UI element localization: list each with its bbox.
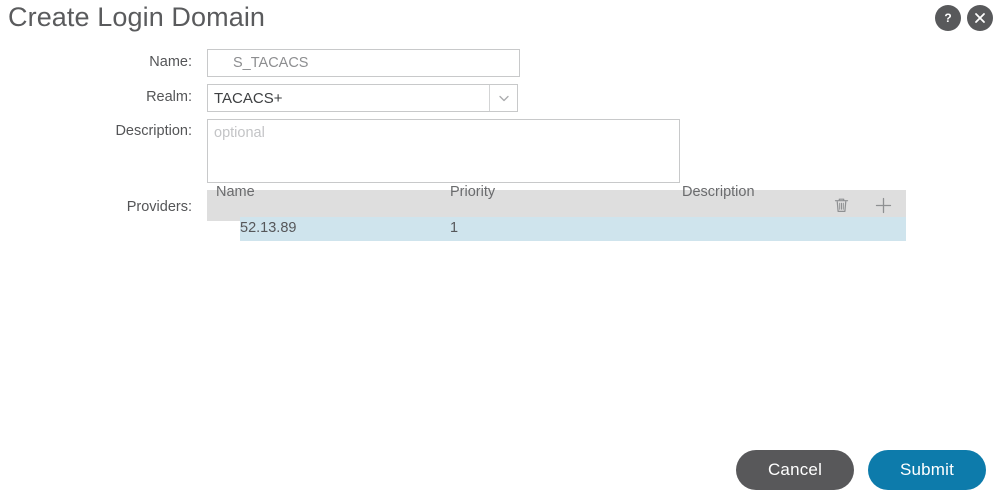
close-icon[interactable]	[967, 5, 993, 31]
name-label: Name:	[149, 54, 192, 70]
table-row[interactable]: 52.13.89 1	[240, 217, 906, 241]
cell-provider-priority: 1	[450, 220, 459, 236]
name-input[interactable]	[207, 49, 520, 77]
realm-select[interactable]: TACACS+	[207, 84, 518, 112]
dialog-footer: Cancel Submit	[736, 450, 986, 490]
submit-button[interactable]: Submit	[868, 450, 986, 490]
description-textarea[interactable]	[207, 119, 680, 183]
providers-table: Name Priority Description 52.13.89 1	[216, 184, 906, 241]
providers-label: Providers:	[126, 199, 192, 215]
cancel-button[interactable]: Cancel	[736, 450, 854, 490]
cell-provider-name: 52.13.89	[240, 220, 297, 236]
providers-table-header: Name Priority Description	[216, 184, 906, 210]
realm-selected-value: TACACS+	[214, 89, 283, 107]
chevron-down-icon[interactable]	[489, 85, 517, 111]
realm-label: Realm:	[146, 89, 192, 105]
column-header-description: Description	[682, 184, 755, 200]
page-title: Create Login Domain	[8, 2, 266, 32]
column-header-priority: Priority	[450, 184, 496, 200]
description-label: Description:	[115, 123, 192, 139]
svg-text:?: ?	[944, 11, 951, 25]
help-icon[interactable]: ?	[935, 5, 961, 31]
column-header-name: Name	[216, 184, 255, 200]
window-controls: ?	[935, 5, 993, 31]
